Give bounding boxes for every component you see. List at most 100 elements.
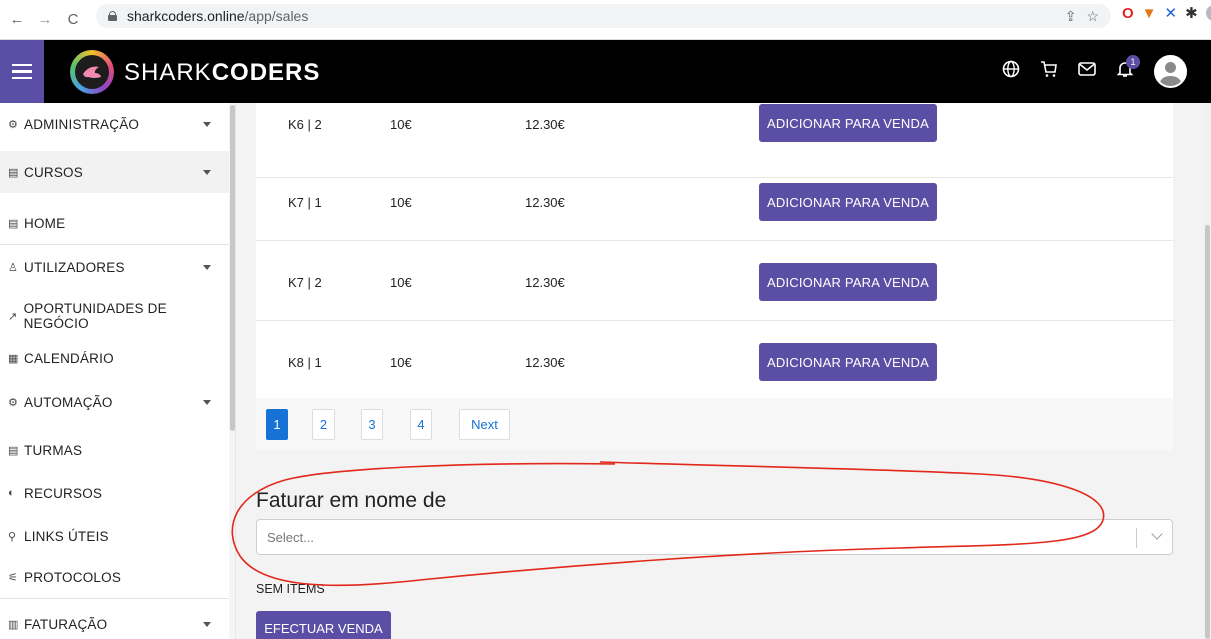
bookmark-star-icon[interactable]: ☆ [1086, 8, 1099, 25]
sidebar-item-label: CALENDÁRIO [24, 350, 114, 366]
chevron-down-icon[interactable] [1151, 528, 1163, 540]
product-price: 10€ [390, 117, 412, 132]
page-2-button[interactable]: 2 [312, 409, 335, 440]
forward-icon[interactable]: → [34, 11, 56, 28]
sidebar-item-label: CURSOS [24, 164, 83, 180]
sidebar: ⚙ ADMINISTRAÇÃO ▤ CURSOS ▤ HOME ♙ UTILIZ… [0, 103, 236, 639]
product-price: 10€ [390, 355, 412, 370]
sidebar-item-label: OPORTUNIDADES DE NEGÓCIO [23, 301, 167, 331]
add-to-sale-button[interactable]: ADICIONAR PARA VENDA [759, 263, 937, 301]
add-to-sale-button[interactable]: ADICIONAR PARA VENDA [759, 104, 937, 142]
sidebar-item-calendario[interactable]: ▦ CALENDÁRIO [0, 337, 229, 379]
logo-wordmark: SHARKCODERS [124, 59, 321, 86]
page-4-button[interactable]: 4 [410, 409, 432, 440]
sidebar-item-label: UTILIZADORES [24, 259, 125, 275]
sidebar-item-cursos[interactable]: ▤ CURSOS [0, 151, 229, 193]
product-name: K7 | 1 [288, 195, 322, 210]
sidebar-scrollbar[interactable] [229, 103, 235, 639]
opera-extension-icon[interactable]: O [1122, 5, 1134, 22]
chevron-down-icon [203, 170, 211, 175]
links-icon: ⚲ [8, 530, 17, 543]
sidebar-item-label: LINKS ÚTEIS [24, 528, 109, 544]
app-header: SHARKCODERS 1 [0, 40, 1211, 103]
user-avatar[interactable] [1154, 55, 1187, 88]
next-page-button[interactable]: Next [459, 409, 510, 440]
url-path: /app/sales [244, 8, 309, 24]
extensions-puzzle-icon[interactable]: ✱ [1185, 4, 1198, 22]
metamask-extension-icon[interactable]: ▼ [1142, 5, 1157, 22]
sidebar-item-label: AUTOMAÇÃO [24, 394, 113, 410]
sidebar-item-home[interactable]: ▤ HOME [0, 203, 229, 245]
bill-to-select[interactable]: Select... [256, 519, 1173, 555]
product-name: K8 | 1 [288, 355, 322, 370]
sidebar-item-links-uteis[interactable]: ⚲ LINKS ÚTEIS [0, 515, 229, 557]
product-name: K6 | 2 [288, 117, 322, 132]
main-scrollbar[interactable] [1204, 103, 1211, 639]
address-bar[interactable]: sharkcoders.online/app/sales ⇪ ☆ [96, 4, 1111, 28]
product-name: K7 | 2 [288, 275, 322, 290]
billing-icon: ▥ [8, 618, 19, 631]
chevron-down-icon [203, 622, 211, 627]
opportunities-icon: ↗ [8, 310, 18, 323]
product-price: 10€ [390, 195, 412, 210]
browser-toolbar: ← → C sharkcoders.online/app/sales ⇪ ☆ O… [0, 0, 1211, 40]
page-1-button[interactable]: 1 [266, 409, 288, 440]
resources-icon: ◐ [8, 487, 15, 499]
sidebar-item-turmas[interactable]: ▤ TURMAS [0, 429, 229, 471]
menu-toggle-button[interactable] [0, 40, 44, 103]
sidebar-item-label: ADMINISTRAÇÃO [24, 116, 140, 132]
product-price-vat: 12.30€ [525, 117, 565, 132]
classes-icon: ▤ [8, 444, 19, 457]
table-row: K7 | 2 10€ 12.30€ ADICIONAR PARA VENDA [256, 241, 1173, 321]
courses-icon: ▤ [8, 166, 19, 179]
automation-icon: ⚙ [8, 396, 19, 409]
sidebar-item-utilizadores[interactable]: ♙ UTILIZADORES [0, 246, 229, 288]
back-icon[interactable]: ← [6, 11, 28, 28]
lock-icon [108, 11, 117, 21]
admin-icon: ⚙ [8, 118, 19, 131]
product-price: 10€ [390, 275, 412, 290]
url-domain: sharkcoders.online [127, 8, 245, 24]
sidebar-item-faturacao[interactable]: ▥ FATURAÇÃO [0, 603, 229, 639]
sidebar-item-recursos[interactable]: ◐ RECURSOS [0, 472, 229, 514]
empty-items-text: SEM ITEMS [256, 582, 325, 596]
sidebar-item-label: HOME [24, 216, 66, 231]
product-price-vat: 12.30€ [525, 195, 565, 210]
protocols-icon: ⚟ [8, 572, 19, 584]
sidebar-item-protocolos[interactable]: ⚟ PROTOCOLOS [0, 557, 229, 599]
main-content: K6 | 2 10€ 12.30€ ADICIONAR PARA VENDA K… [236, 103, 1211, 639]
chevron-down-icon [203, 265, 211, 270]
bell-icon[interactable]: 1 [1116, 55, 1140, 83]
notification-badge: 1 [1126, 55, 1140, 69]
globe-icon[interactable] [1002, 60, 1020, 83]
product-price-vat: 12.30€ [525, 355, 565, 370]
select-placeholder: Select... [267, 530, 314, 545]
page-3-button[interactable]: 3 [361, 409, 383, 440]
sidebar-item-automacao[interactable]: ⚙ AUTOMAÇÃO [0, 381, 229, 423]
chevron-down-icon [203, 122, 211, 127]
sharkcoders-logo [70, 50, 114, 94]
table-row: K8 | 1 10€ 12.30€ ADICIONAR PARA VENDA [256, 321, 1173, 401]
reload-icon[interactable]: C [62, 11, 84, 28]
mail-icon[interactable] [1078, 61, 1096, 82]
users-icon: ♙ [8, 261, 19, 274]
billing-section-title: Faturar em nome de [256, 489, 447, 512]
x-extension-icon[interactable]: ✕ [1165, 4, 1178, 22]
sidebar-item-label: RECURSOS [24, 485, 103, 501]
sidebar-item-label: TURMAS [24, 442, 83, 458]
sidebar-item-oportunidades[interactable]: ↗ OPORTUNIDADES DE NEGÓCIO [0, 295, 229, 337]
table-row: K7 | 1 10€ 12.30€ ADICIONAR PARA VENDA [256, 161, 1173, 241]
add-to-sale-button[interactable]: ADICIONAR PARA VENDA [759, 343, 937, 381]
add-to-sale-button[interactable]: ADICIONAR PARA VENDA [759, 183, 937, 221]
sidebar-item-label: PROTOCOLOS [24, 570, 122, 585]
calendar-icon: ▦ [8, 352, 19, 365]
submit-sale-button[interactable]: EFECTUAR VENDA [256, 611, 391, 639]
share-icon[interactable]: ⇪ [1065, 8, 1077, 25]
chevron-down-icon [203, 400, 211, 405]
profile-avatar-icon[interactable] [1205, 5, 1211, 21]
sidebar-item-label: FATURAÇÃO [24, 616, 108, 632]
cart-icon[interactable] [1040, 60, 1058, 83]
product-price-vat: 12.30€ [525, 275, 565, 290]
sidebar-item-administracao[interactable]: ⚙ ADMINISTRAÇÃO [0, 103, 229, 145]
home-icon: ▤ [8, 218, 19, 230]
